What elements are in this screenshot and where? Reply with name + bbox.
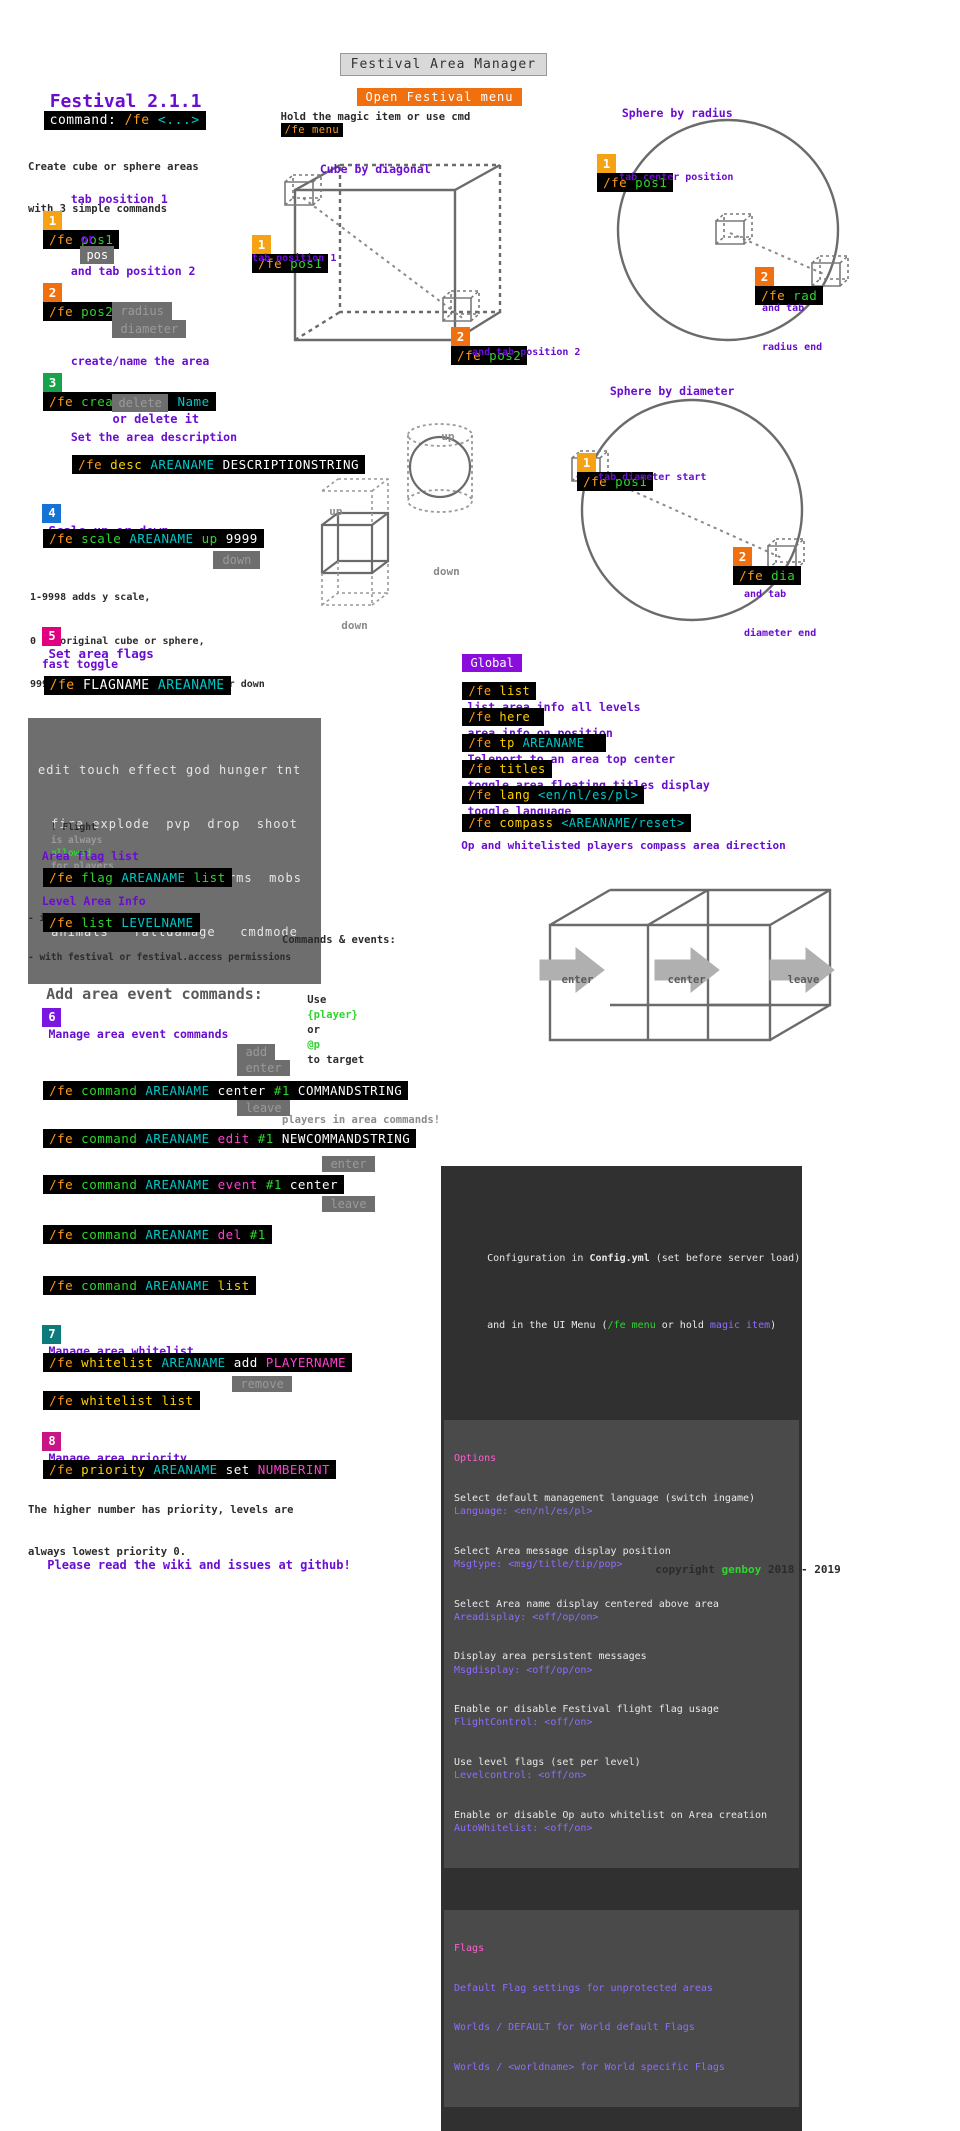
add-chip[interactable]: add [237, 1044, 276, 1060]
commands-events-note: Commands & events: Use {player} or @p to… [282, 934, 441, 1126]
step2-number: 2 [43, 283, 63, 302]
scale-up-label-cube: up [329, 505, 343, 518]
diameter-end-label: and tab diameter end [744, 589, 817, 639]
footer-left: Please read the wiki and issues at githu… [47, 1558, 351, 1572]
event-leave-chip[interactable]: leave [308, 1182, 375, 1212]
window-title: Festival Area Manager [324, 38, 548, 76]
event-list-command[interactable]: /fe command AREANAME list [28, 1261, 256, 1295]
level-area-info-command[interactable]: /fe list LEVELNAME [28, 898, 200, 932]
config-option: Select default management language (swit… [454, 1493, 756, 1518]
event-del-command[interactable]: /fe command AREANAME del #1 [28, 1210, 272, 1244]
config-flags-section: Flags Default Flag settings for unprotec… [444, 1909, 799, 2107]
step3-number: 3 [43, 373, 63, 392]
step1-number: 1 [43, 211, 63, 230]
radius-pos1-label: tab center position [619, 172, 734, 183]
config-option: Enable or disable Op auto whitelist on A… [454, 1809, 768, 1835]
step6-row: 6 Manage area event commands [28, 994, 228, 1041]
config-option: Select Area name display centered above … [454, 1598, 719, 1623]
config-options-title: Options [454, 1453, 497, 1465]
leave-label: leave [787, 974, 820, 986]
config-flag-line: Worlds / <worldname> for World specific … [454, 2061, 725, 2073]
whitelist-add-command[interactable]: /fe whitelist AREANAME add PLAYERNAME [28, 1338, 353, 1372]
radius-chip[interactable]: radius [112, 302, 172, 320]
config-flag-line: Worlds / DEFAULT for World default Flags [454, 2022, 695, 2034]
center-label: center [667, 974, 706, 986]
radius-end-label: and tab radius end [762, 303, 823, 353]
cube-diagram-title: Cube by diagonal [319, 162, 431, 176]
priority-command[interactable]: /fe priority AREANAME set NUMBERINT [28, 1445, 337, 1479]
fe-menu-cmd: /fe menu [284, 124, 340, 136]
scale-up-label-sphere: up [441, 430, 455, 443]
scale-down-label-cube: down [341, 619, 368, 632]
cube-pos1-label: tab position 1 [252, 253, 337, 264]
config-options-section: Options Select default management langua… [444, 1420, 799, 1868]
delete-chip[interactable]: delete [112, 394, 168, 412]
step6-number: 6 [42, 1008, 62, 1027]
footer-right: copyright genboy 2018 - 2019 [655, 1563, 841, 1576]
config-box: Configuration in Config.yml (set before … [441, 1166, 802, 2131]
flag-row: edit touch effect god hunger tnt [38, 763, 302, 777]
config-header: Configuration in Config.yml (set before … [487, 1252, 801, 1332]
leave-chip[interactable]: leave [223, 1086, 290, 1116]
config-flag-line: Default Flag settings for unprotected ar… [454, 1982, 713, 1994]
main-command-chip: command: /fe <...> [28, 96, 206, 130]
hold-magic-item-hint: Hold the magic item or use cmd /fe menu [280, 111, 471, 137]
whitelist-list-command[interactable]: /fe whitelist list [28, 1376, 200, 1410]
event-add-command[interactable]: /fe command AREANAME center #1 COMMANDST… [28, 1066, 409, 1100]
compass-note: Op and whitelisted players compass area … [461, 839, 786, 852]
config-option: Use level flags (set per level) Levelcont… [454, 1757, 641, 1782]
event-event-command[interactable]: /fe command AREANAME event #1 center [28, 1160, 345, 1194]
diameter-chip[interactable]: diameter [112, 320, 187, 338]
diameter-start-label: tab diameter start [598, 472, 707, 483]
whitelist-remove-chip[interactable]: remove [218, 1362, 292, 1392]
cube-pos2-label: and tab position 2 [472, 347, 581, 358]
enter-label: enter [561, 974, 594, 986]
config-option: Display area persistent messages Msgdispl… [454, 1651, 647, 1676]
scale-down-label-sphere: down [433, 565, 460, 578]
config-flags-title: Flags [454, 1943, 485, 1955]
step2-alt-chips: radius diameter [98, 288, 187, 338]
config-option: Enable or disable Festival flight flag u… [454, 1704, 719, 1729]
